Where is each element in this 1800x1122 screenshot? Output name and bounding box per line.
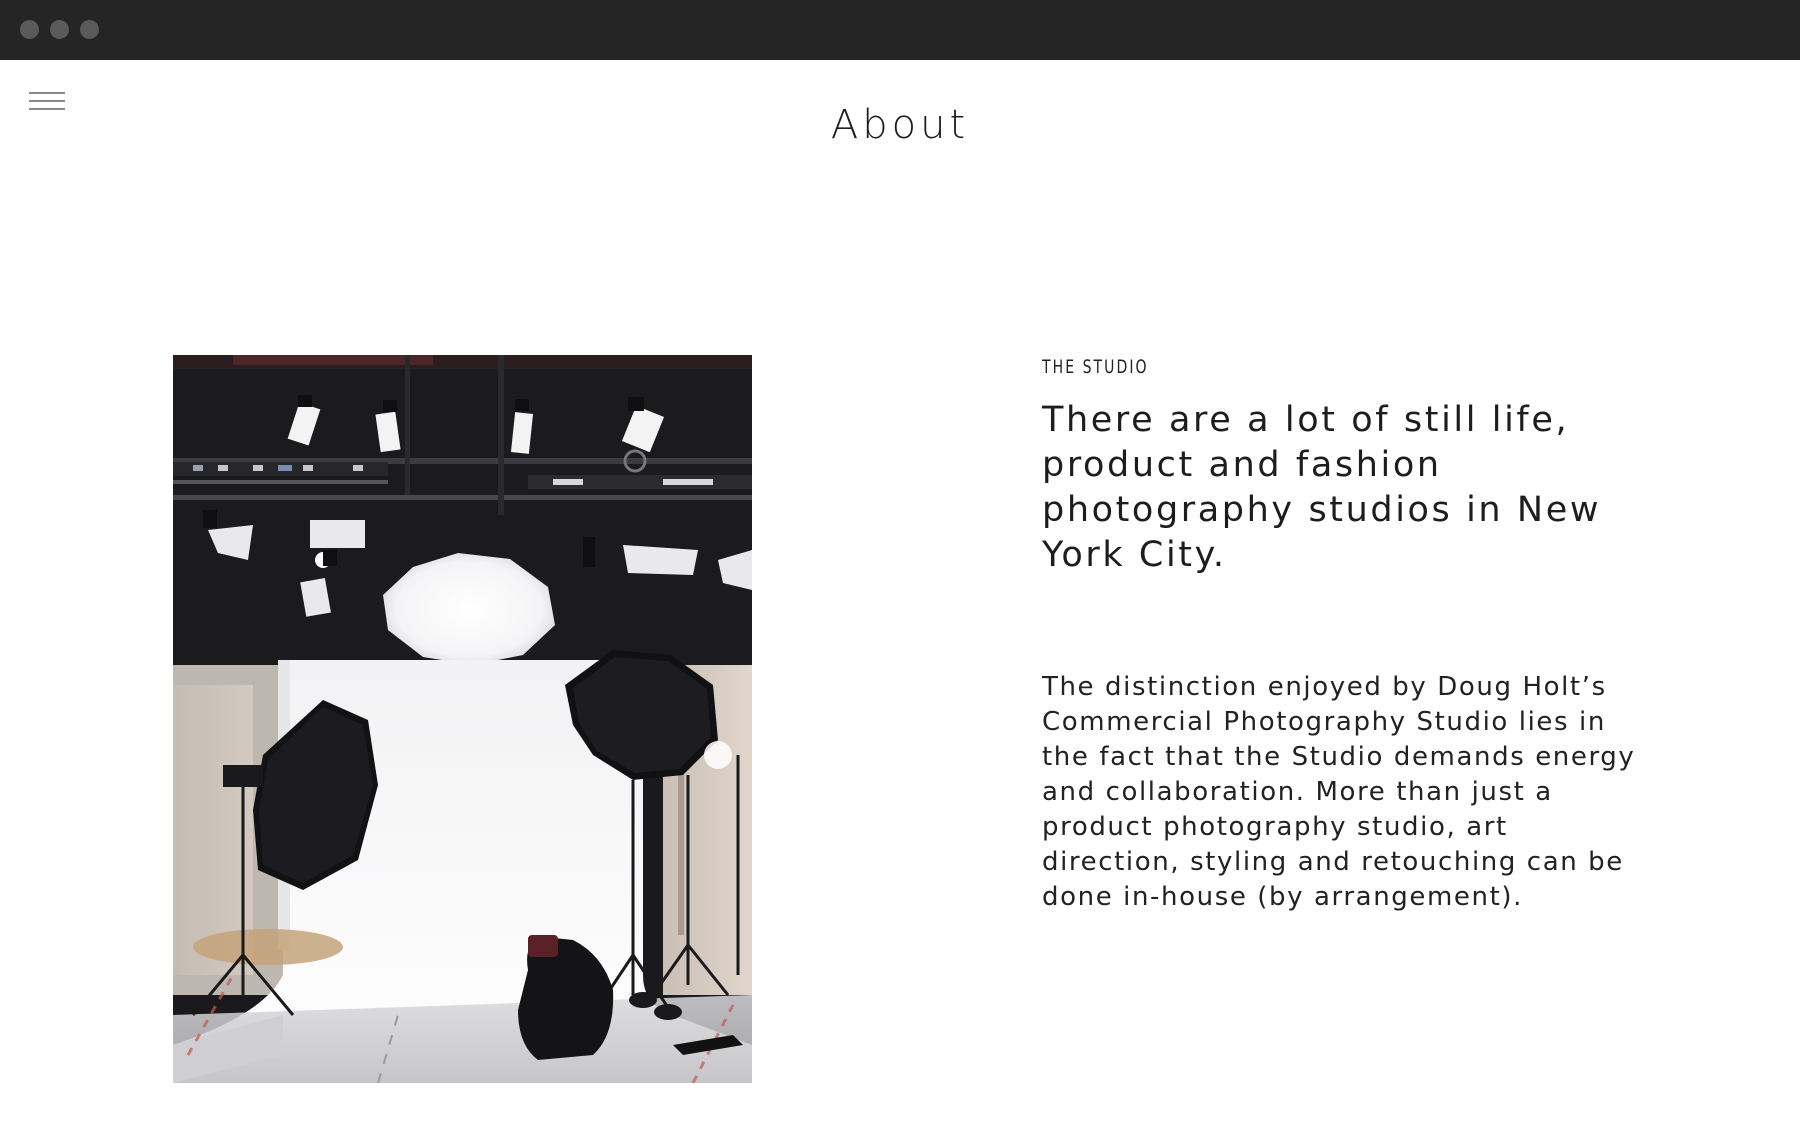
menu-line [29, 92, 65, 94]
section-label: THE STUDIO [1042, 356, 1149, 378]
window-maximize-dot[interactable] [80, 20, 99, 39]
studio-headline: There are a lot of still life, product a… [1042, 400, 1602, 575]
window-minimize-dot[interactable] [50, 20, 69, 39]
browser-title-bar [0, 0, 1800, 60]
about-page: About THE STUDIO There are a lot of stil… [0, 60, 1800, 1122]
window-close-dot[interactable] [20, 20, 39, 39]
studio-description: The distinction enjoyed by Doug Holt’s C… [1042, 672, 1636, 912]
studio-text-column: THE STUDIO There are a lot of still life… [1042, 356, 1642, 915]
studio-photo [173, 355, 752, 1083]
page-title: About [830, 102, 970, 148]
